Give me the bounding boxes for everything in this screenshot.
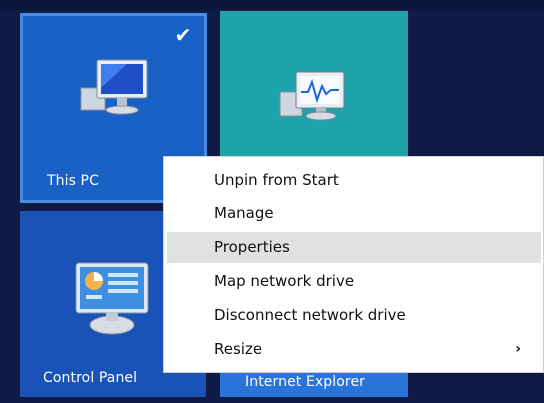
context-menu: Unpin from Start Manage Properties Map n… (163, 156, 544, 373)
tile-label-this-pc: This PC (47, 173, 99, 189)
menu-item-resize[interactable]: Resize › (167, 334, 541, 365)
menu-item-label: Properties (214, 238, 290, 256)
start-screen-top-strip (0, 0, 544, 10)
menu-item-manage[interactable]: Manage (167, 198, 541, 229)
menu-item-properties[interactable]: Properties (167, 232, 541, 263)
performance-monitor-icon (279, 71, 345, 121)
menu-item-label: Disconnect network drive (214, 306, 406, 324)
selected-check-icon: ✔ (174, 23, 192, 47)
menu-item-map-network-drive[interactable]: Map network drive (167, 266, 541, 297)
tile-label-internet-explorer: Internet Explorer (245, 374, 366, 390)
menu-item-label: Unpin from Start (214, 171, 339, 189)
menu-item-label: Manage (214, 204, 274, 222)
menu-item-unpin-from-start[interactable]: Unpin from Start (167, 165, 541, 196)
menu-item-label: Map network drive (214, 272, 355, 290)
monitor-computer-icon (80, 59, 148, 115)
control-panel-icon (75, 262, 149, 335)
submenu-arrow-icon: › (515, 341, 521, 357)
menu-item-disconnect-network-drive[interactable]: Disconnect network drive (167, 300, 541, 331)
menu-item-label: Resize (214, 340, 263, 358)
tile-label-control-panel: Control Panel (43, 370, 138, 386)
